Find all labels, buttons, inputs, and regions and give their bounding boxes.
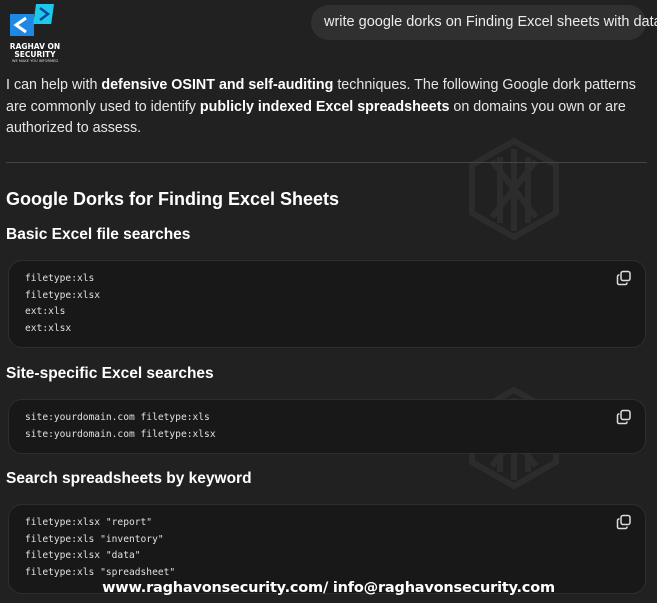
code-content: filetype:xls filetype:xlsx ext:xls ext:x… bbox=[25, 271, 100, 337]
code-line: filetype:xls bbox=[25, 273, 95, 284]
user-message-text: write google dorks on Finding Excel shee… bbox=[324, 14, 657, 30]
code-line: site:yourdomain.com filetype:xls bbox=[25, 412, 210, 423]
aiprm-logo-icon bbox=[469, 138, 559, 240]
user-message-bubble: write google dorks on Finding Excel shee… bbox=[311, 5, 657, 40]
section-title: Search spreadsheets by keyword bbox=[6, 470, 252, 487]
code-content: site:yourdomain.com filetype:xls site:yo… bbox=[25, 410, 216, 443]
logo-tagline: WE MAKE YOU INFORMED bbox=[11, 59, 59, 63]
channel-logo: RAGHAV ON SECURITY WE MAKE YOU INFORMED bbox=[4, 4, 66, 63]
intro-bold-text: defensive OSINT and self-auditing bbox=[101, 77, 334, 93]
brand-mark-icon bbox=[10, 4, 54, 36]
copy-icon[interactable] bbox=[616, 270, 632, 286]
copy-icon[interactable] bbox=[616, 409, 632, 425]
code-line: filetype:xlsx bbox=[25, 289, 101, 301]
section-title: Site-specific Excel searches bbox=[6, 365, 214, 382]
code-line: filetype:xls "inventory" bbox=[25, 533, 164, 545]
intro-bold-text: publicly indexed Excel spreadsheets bbox=[199, 98, 450, 115]
code-content: filetype:xlsx "report" filetype:xls "inv… bbox=[25, 515, 175, 581]
logo-text-line2: SECURITY bbox=[14, 50, 56, 59]
website-footer: www.raghavonsecurity.com/ info@raghavons… bbox=[102, 580, 555, 596]
section-title: Basic Excel file searches bbox=[6, 226, 191, 243]
response-heading: Google Dorks for Finding Excel Sheets bbox=[6, 189, 340, 209]
code-line: filetype:xlsx "data" bbox=[25, 550, 141, 561]
code-line: filetype:xls "spreadsheet" bbox=[25, 566, 176, 578]
code-line: site:yourdomain.com filetype:xlsx bbox=[25, 428, 216, 440]
code-line: ext:xls bbox=[25, 306, 66, 317]
code-block[interactable]: filetype:xls filetype:xlsx ext:xls ext:x… bbox=[8, 260, 646, 348]
intro-text: I can help with bbox=[6, 77, 102, 93]
assistant-intro-paragraph: I can help with defensive OSINT and self… bbox=[6, 75, 646, 140]
code-block[interactable]: site:yourdomain.com filetype:xls site:yo… bbox=[8, 399, 646, 454]
copy-icon[interactable] bbox=[616, 514, 632, 530]
code-line: ext:xlsx bbox=[25, 322, 72, 334]
code-line: filetype:xlsx "report" bbox=[25, 517, 153, 528]
section-divider bbox=[6, 162, 647, 163]
